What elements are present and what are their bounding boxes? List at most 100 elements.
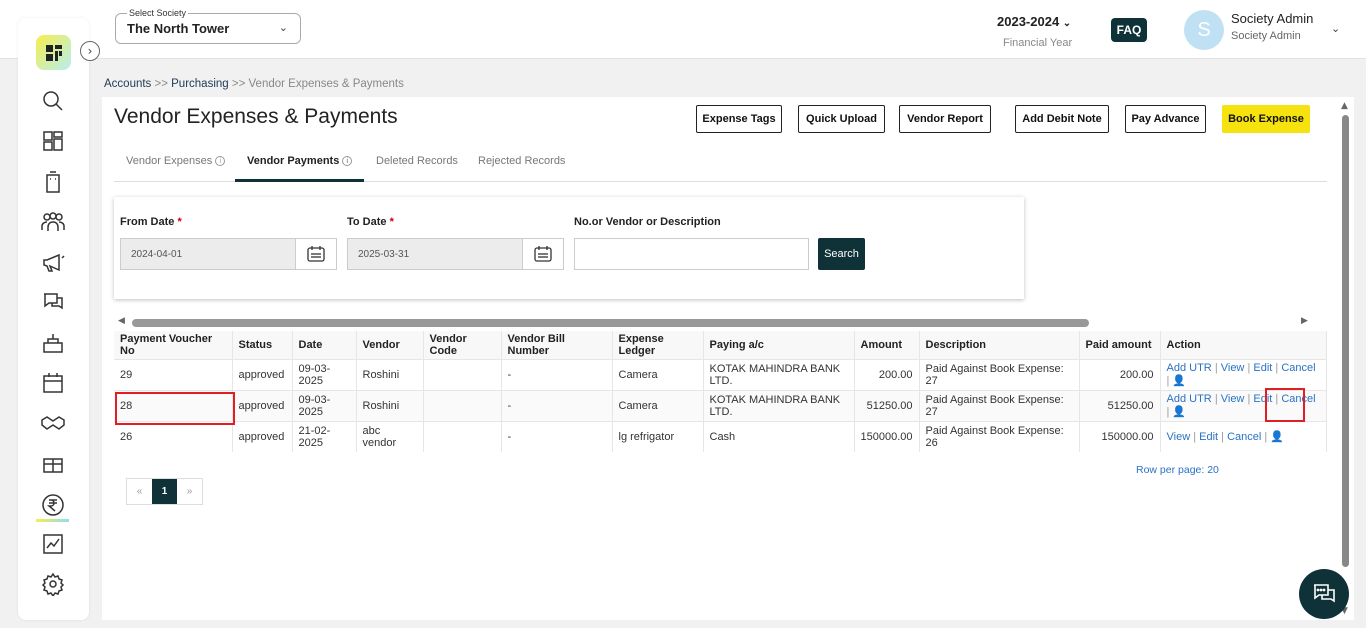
user-role: Society Admin [1231,30,1301,42]
scroll-left-arrow-icon[interactable]: ◀ [118,316,125,326]
action-separator: | [1166,406,1170,418]
rupee-icon[interactable] [40,492,66,518]
cell-amount: 150000.00 [854,420,920,452]
action-separator: | [1221,431,1225,444]
chat-icon[interactable] [40,289,66,315]
col-paid[interactable]: Paid amount [1079,331,1161,359]
tab-vendor-expenses[interactable]: Vendor Expenses i [114,154,237,182]
view-link[interactable]: View [1221,362,1245,374]
cancel-highlight-box [1265,388,1305,422]
app-logo[interactable] [36,35,71,70]
view-link[interactable]: View [1167,431,1191,443]
user-name[interactable]: Society Admin [1231,11,1313,26]
col-paying[interactable]: Paying a/c [703,331,855,359]
search-icon[interactable] [40,88,66,114]
pagination-prev[interactable]: « [127,479,152,504]
search-field-label: No.or Vendor or Description [574,216,721,228]
faq-button[interactable]: FAQ [1111,18,1147,42]
cell-amount: 200.00 [854,358,920,390]
add-utr-link[interactable]: Add UTR [1167,362,1212,374]
cell-voucher: 29 [114,358,233,390]
tab-vendor-payments[interactable]: Vendor Payments i [235,154,365,182]
edit-link[interactable]: Edit [1199,431,1218,443]
user-menu-chevron-icon[interactable]: ⌄ [1331,22,1340,35]
add-utr-link[interactable]: Add UTR [1167,393,1212,405]
col-bill[interactable]: Vendor Bill Number [501,331,613,359]
chevron-down-icon: ⌄ [278,21,288,34]
members-icon[interactable] [40,209,66,235]
pagination-page[interactable]: 1 [152,479,177,504]
tab-deleted-records[interactable]: Deleted Records [364,154,470,182]
megaphone-icon[interactable] [40,249,66,275]
building-icon[interactable] [40,169,66,195]
cell-vendor: Roshini [356,358,424,390]
cancel-link[interactable]: Cancel [1281,362,1315,374]
scroll-right-arrow-icon[interactable]: ▶ [1301,316,1308,326]
cell-ledger: lg refrigator [612,420,704,452]
to-date-input[interactable]: 2025-03-31 [347,238,523,270]
expense-tags-button[interactable]: Expense Tags [696,105,782,133]
col-description[interactable]: Description [919,331,1080,359]
cell-bill: - [501,358,613,390]
from-date-input[interactable]: 2024-04-01 [120,238,296,270]
action-separator: | [1264,431,1268,444]
society-select-value: The North Tower [127,21,230,36]
user-icon[interactable]: 👤 [1172,375,1186,387]
gear-icon[interactable] [40,571,66,597]
active-nav-indicator [36,519,69,522]
cell-paying: KOTAK MAHINDRA BANK LTD. [703,358,855,390]
avatar[interactable]: S [1184,10,1224,50]
breadcrumb-purchasing[interactable]: Purchasing [171,78,229,90]
sidebar-toggle-icon[interactable]: › [80,41,100,61]
chat-support-button[interactable] [1299,569,1349,619]
view-link[interactable]: View [1221,393,1245,405]
col-status[interactable]: Status [232,331,293,359]
financial-year-select[interactable]: 2023-2024 ⌄ [997,14,1071,29]
cell-vendor: abc vendor [356,420,424,452]
pay-advance-button[interactable]: Pay Advance [1125,105,1206,133]
vertical-scrollbar[interactable] [1342,115,1349,567]
cell-paid: 150000.00 [1079,420,1161,452]
info-icon[interactable]: i [215,156,226,167]
tab-vendor-payments-label: Vendor Payments [247,155,340,167]
cell-paying: Cash [703,420,855,452]
rows-per-page[interactable]: Row per page: 20 [1136,464,1219,476]
amenities-icon[interactable] [40,330,66,356]
dashboard-icon[interactable] [40,128,66,154]
col-voucher[interactable]: Payment Voucher No [114,331,233,359]
quick-upload-button[interactable]: Quick Upload [798,105,885,133]
horizontal-scrollbar[interactable] [132,319,1089,327]
col-vendor-code[interactable]: Vendor Code [423,331,502,359]
filter-panel: From Date * 2024-04-01 To Date * 2025-03… [114,197,1024,299]
cell-description: Paid Against Book Expense: 26 [919,420,1080,452]
scroll-up-arrow-icon[interactable]: ▲ [1341,101,1348,111]
vendor-report-button[interactable]: Vendor Report [899,105,991,133]
cancel-link[interactable]: Cancel [1227,431,1261,443]
col-vendor[interactable]: Vendor [356,331,424,359]
tab-rejected-records[interactable]: Rejected Records [466,154,577,182]
cell-amount: 51250.00 [854,389,920,421]
book-expense-button[interactable]: Book Expense [1222,105,1310,133]
sidebar [18,18,89,620]
reports-icon[interactable] [40,531,66,557]
action-separator: | [1275,362,1279,374]
edit-link[interactable]: Edit [1253,362,1272,374]
calendar-icon[interactable] [40,370,66,396]
info-icon[interactable]: i [342,156,353,167]
add-debit-note-button[interactable]: Add Debit Note [1015,105,1109,133]
breadcrumb-accounts[interactable]: Accounts [104,78,151,90]
society-select[interactable]: Select Society The North Tower ⌄ [115,8,301,44]
search-button[interactable]: Search [818,238,865,270]
cell-paying: KOTAK MAHINDRA BANK LTD. [703,389,855,421]
pagination-next[interactable]: » [177,479,202,504]
col-date[interactable]: Date [292,331,357,359]
from-date-calendar-icon[interactable] [295,238,337,270]
handshake-icon[interactable] [40,410,66,436]
search-input[interactable] [574,238,809,270]
user-icon[interactable]: 👤 [1270,431,1284,443]
user-icon[interactable]: 👤 [1172,406,1186,418]
col-amount[interactable]: Amount [854,331,920,359]
col-ledger[interactable]: Expense Ledger [612,331,704,359]
gift-icon[interactable] [40,450,66,476]
to-date-calendar-icon[interactable] [522,238,564,270]
